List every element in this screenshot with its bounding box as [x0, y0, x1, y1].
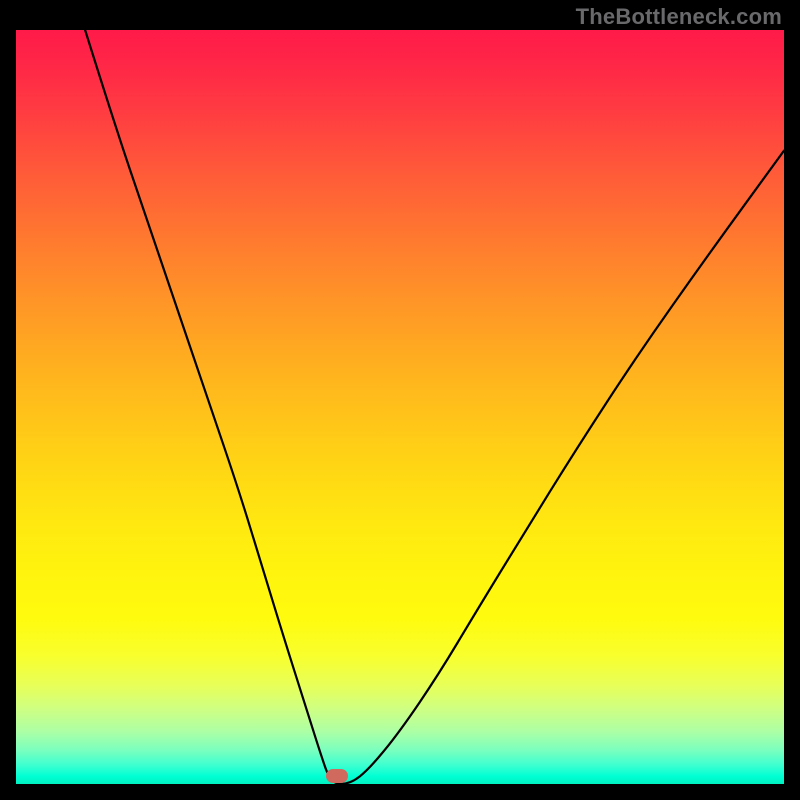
optimum-marker	[326, 769, 348, 783]
plot-area	[16, 30, 784, 784]
curve-svg	[16, 30, 784, 784]
bottleneck-curve	[85, 30, 784, 784]
chart-container: TheBottleneck.com	[0, 0, 800, 800]
watermark-text: TheBottleneck.com	[576, 4, 782, 30]
